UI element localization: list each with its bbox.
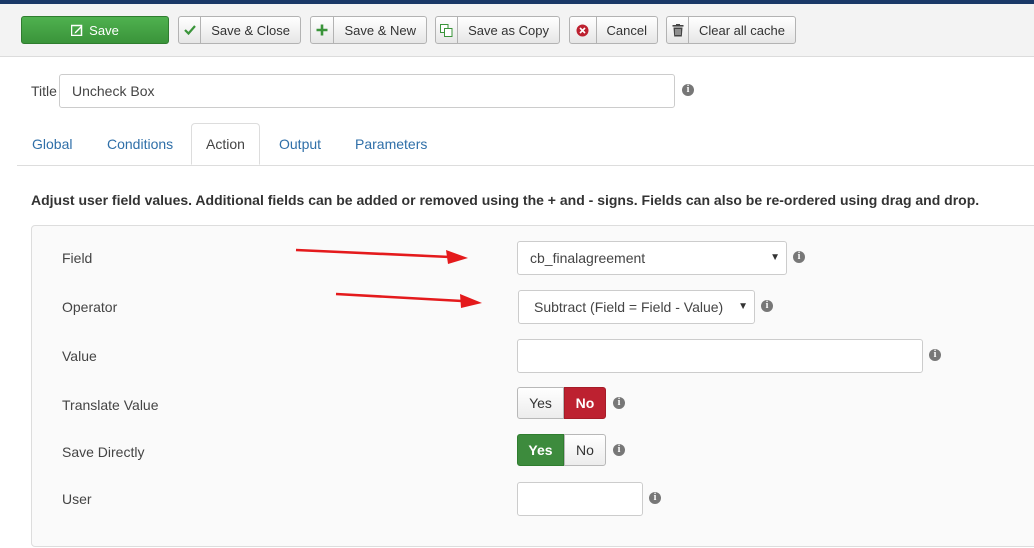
tab-output[interactable]: Output (279, 123, 321, 165)
save-new-button[interactable]: Save & New (310, 16, 427, 44)
trash-icon (667, 17, 689, 43)
save-copy-button[interactable]: Save as Copy (435, 16, 560, 44)
info-icon[interactable]: i (761, 300, 773, 312)
tab-description: Adjust user field values. Additional fie… (31, 192, 980, 208)
save-new-label: Save & New (344, 22, 416, 38)
translate-value-toggle: Yes No (517, 387, 606, 419)
save-label: Save (89, 22, 119, 38)
info-icon[interactable]: i (613, 444, 625, 456)
tab-parameters[interactable]: Parameters (355, 123, 427, 165)
save-directly-no-button[interactable]: No (564, 434, 606, 466)
save-directly-yes-button[interactable]: Yes (517, 434, 564, 466)
toolbar: Save Save & Close Save & New Save as Cop… (0, 4, 1034, 57)
field-label: Field (62, 250, 93, 266)
user-input[interactable] (517, 482, 643, 516)
cancel-button[interactable]: Cancel (569, 16, 658, 44)
field-select-value: cb_finalagreement (530, 250, 646, 266)
tab-global[interactable]: Global (32, 123, 72, 165)
dropdown-caret-icon: ▼ (770, 252, 780, 263)
info-icon[interactable]: i (793, 251, 805, 263)
user-label: User (62, 491, 92, 507)
save-directly-toggle: Yes No (517, 434, 606, 466)
operator-label: Operator (62, 299, 118, 315)
annotation-arrow-icon (335, 292, 482, 308)
tab-conditions[interactable]: Conditions (107, 123, 173, 165)
translate-value-yes-button[interactable]: Yes (517, 387, 564, 419)
save-close-label: Save & Close (211, 22, 290, 38)
translate-value-label: Translate Value (62, 397, 159, 413)
tab-bar: Global Conditions Action Output Paramete… (17, 123, 1034, 166)
value-input[interactable] (517, 339, 923, 373)
value-label: Value (62, 348, 97, 364)
operator-select[interactable]: Subtract (Field = Field - Value) ▼ (518, 290, 755, 324)
title-input[interactable] (59, 74, 675, 108)
dropdown-caret-icon: ▼ (738, 301, 748, 312)
operator-select-value: Subtract (Field = Field - Value) (534, 299, 724, 315)
edit-icon (71, 17, 83, 43)
cancel-label: Cancel (606, 22, 647, 38)
title-label: Title (31, 83, 57, 99)
info-icon[interactable]: i (682, 84, 694, 96)
cancel-icon (570, 17, 597, 43)
clear-cache-button[interactable]: Clear all cache (666, 16, 796, 44)
save-close-button[interactable]: Save & Close (178, 16, 301, 44)
clear-cache-label: Clear all cache (699, 22, 785, 38)
tab-action[interactable]: Action (191, 123, 260, 165)
save-directly-label: Save Directly (62, 444, 145, 460)
save-button[interactable]: Save (21, 16, 169, 44)
plus-icon (311, 17, 335, 43)
info-icon[interactable]: i (649, 492, 661, 504)
check-icon (179, 17, 202, 43)
translate-value-no-button[interactable]: No (564, 387, 606, 419)
info-icon[interactable]: i (613, 397, 625, 409)
field-select[interactable]: cb_finalagreement ▼ (517, 241, 787, 275)
info-icon[interactable]: i (929, 349, 941, 361)
annotation-arrow-icon (295, 248, 468, 264)
copy-icon (436, 17, 459, 43)
save-copy-label: Save as Copy (468, 22, 549, 38)
